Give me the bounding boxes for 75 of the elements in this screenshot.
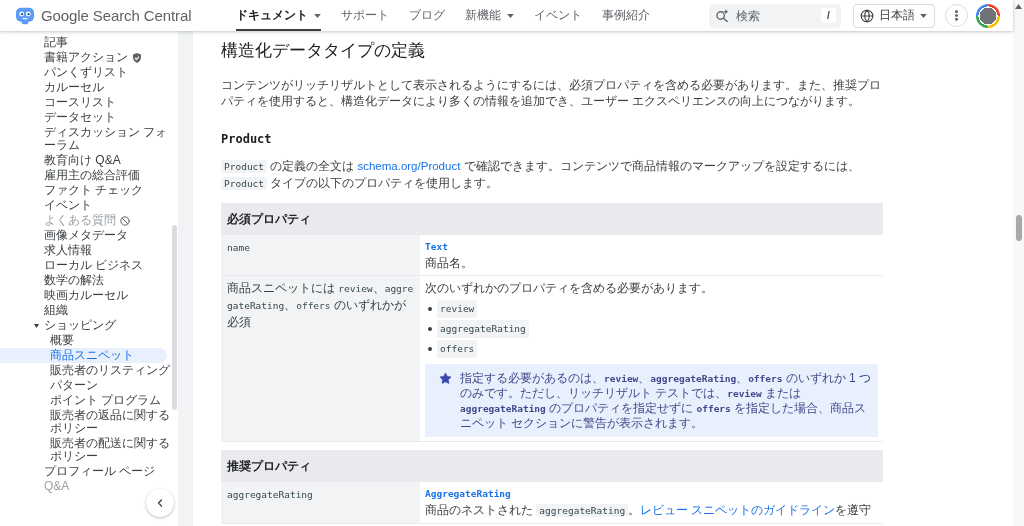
language-button[interactable]: 日本語	[853, 3, 935, 28]
bullet-icon	[428, 307, 432, 311]
caret-down-icon	[506, 13, 514, 18]
property-code: aggregateRating	[437, 320, 529, 338]
logo-icon[interactable]	[16, 6, 34, 25]
sidebar-item[interactable]: 販売者の返品に関するポリシー	[0, 408, 172, 436]
property-cell: aggregateRating	[221, 482, 420, 524]
sidebar-item[interactable]: ファクト チェック	[0, 183, 145, 198]
sidebar-item[interactable]: 販売者の配送に関するポリシー	[0, 436, 172, 464]
globe-icon	[860, 8, 874, 23]
sidebar-item[interactable]: 求人情報	[0, 243, 93, 258]
property-cell: name	[221, 235, 420, 276]
scroll-up-icon[interactable]	[1015, 4, 1022, 9]
sidebar-item[interactable]: プロフィール ページ	[0, 464, 157, 479]
type-link[interactable]: AggregateRating	[425, 486, 511, 502]
sidebar-item[interactable]: 数学の解法	[0, 273, 105, 288]
sidebar-item[interactable]: 記事	[0, 35, 69, 50]
nav-tab[interactable]: 事例紹介	[601, 0, 650, 31]
sidebar-item[interactable]: 雇用主の総合評価	[0, 168, 141, 183]
sidebar-item[interactable]: 概要	[0, 333, 75, 348]
sidebar-scrollbar-thumb[interactable]	[172, 225, 177, 410]
nav-tab[interactable]: 新機能	[464, 0, 514, 31]
intro-paragraph: コンテンツがリッチリザルトとして表示されるようにするには、必須プロパティを含める必要があります。また、推奨プロパティを使用すると、構造化データにより多くの情報を追加でき、ユーザー エクスペリエンスの向上につながります。	[221, 78, 882, 109]
sidebar-item[interactable]: ローカル ビジネス	[0, 258, 145, 273]
page-title: 構造化データタイプの定義	[221, 40, 426, 62]
search-bar[interactable]: 検索 /	[709, 3, 841, 28]
type-link[interactable]: Text	[425, 239, 448, 255]
sidebar-item[interactable]: 画像メタデータ	[0, 228, 129, 243]
sidebar-item[interactable]: イベント	[0, 198, 93, 213]
bullet-icon	[428, 347, 432, 351]
sidebar-item[interactable]: コースリスト	[0, 95, 117, 110]
page-scrollbar[interactable]	[1013, 0, 1024, 526]
shortcut-key: /	[821, 8, 836, 23]
sidebar-item[interactable]: ディスカッション フォーラム	[0, 125, 172, 153]
sidebar-item[interactable]: データセット	[0, 110, 117, 125]
sidebar-item[interactable]: 販売者のリスティング	[0, 363, 171, 378]
more-button[interactable]	[945, 4, 968, 27]
description-text: 商品のネストされた aggregateRating 。レビュー スニペットのガイドラインを遵守	[425, 502, 873, 519]
property-cell: 商品スニペットには review、aggregateRating、offers のいずれかが必須	[221, 275, 420, 442]
table-heading: 推奨プロパティ	[221, 450, 883, 482]
sidebar-item[interactable]: 書籍アクション	[0, 50, 143, 65]
section-paragraph: Product の定義の全文は schema.org/Product で確認できます。コンテンツで商品情報のマークアップを設定するには、 Product タイプの以下のプロパティを使用します。	[221, 158, 883, 192]
star-icon	[439, 372, 452, 385]
scrollbar-thumb[interactable]	[1015, 215, 1022, 241]
sidebar-item[interactable]: 商品スニペット	[0, 348, 167, 363]
nav-tab[interactable]: サポート	[340, 0, 389, 31]
sidebar-item[interactable]: ショッピング	[0, 318, 117, 333]
table-heading: 必須プロパティ	[221, 203, 883, 235]
sidebar-item[interactable]: ポイント プログラム	[0, 393, 163, 408]
shield-check-icon	[132, 52, 142, 63]
property-code: review	[437, 300, 478, 318]
note-text: 指定する必要があるのは、review、aggregateRating、offers のいずれか 1 つのみです。ただし、リッチリザルト テストでは、review または aggregateRating のプロパティを指定せずに offers を指定した場合、商品スニペット セクションに警告が表示されます。	[460, 371, 873, 430]
sidebar-item[interactable]: パターン	[0, 378, 99, 393]
caret-down-icon[interactable]	[34, 323, 39, 328]
sidebar-item[interactable]: パンくずリスト	[0, 65, 129, 80]
caret-down-icon	[920, 13, 927, 18]
sidebar-item[interactable]: 組織	[0, 303, 69, 318]
nav-tab[interactable]: イベント	[533, 0, 582, 31]
sidebar-item[interactable]: 映画カルーセル	[0, 288, 129, 303]
search-icon	[716, 9, 729, 22]
schema-link[interactable]: schema.org/Product	[357, 160, 461, 172]
section-heading: Product	[221, 131, 273, 148]
nav-tab[interactable]: ブログ	[408, 0, 445, 31]
description-text: 次のいずれかのプロパティを含める必要があります。	[425, 280, 714, 296]
caret-down-icon	[313, 13, 321, 18]
property-code: offers	[437, 340, 478, 358]
avatar-icon[interactable]	[976, 3, 1000, 28]
guideline-link[interactable]: レビュー スニペットのガイドライン	[640, 503, 836, 517]
bullet-icon	[428, 327, 432, 331]
ban-icon	[120, 215, 130, 226]
site-title[interactable]: Google Search Central	[41, 7, 192, 24]
search-input[interactable]: 検索	[736, 8, 814, 23]
sidebar-item[interactable]: カルーセル	[0, 80, 105, 95]
description-text: 商品名。	[425, 255, 474, 271]
sidebar-item[interactable]: 教育向け Q&A	[0, 153, 122, 168]
